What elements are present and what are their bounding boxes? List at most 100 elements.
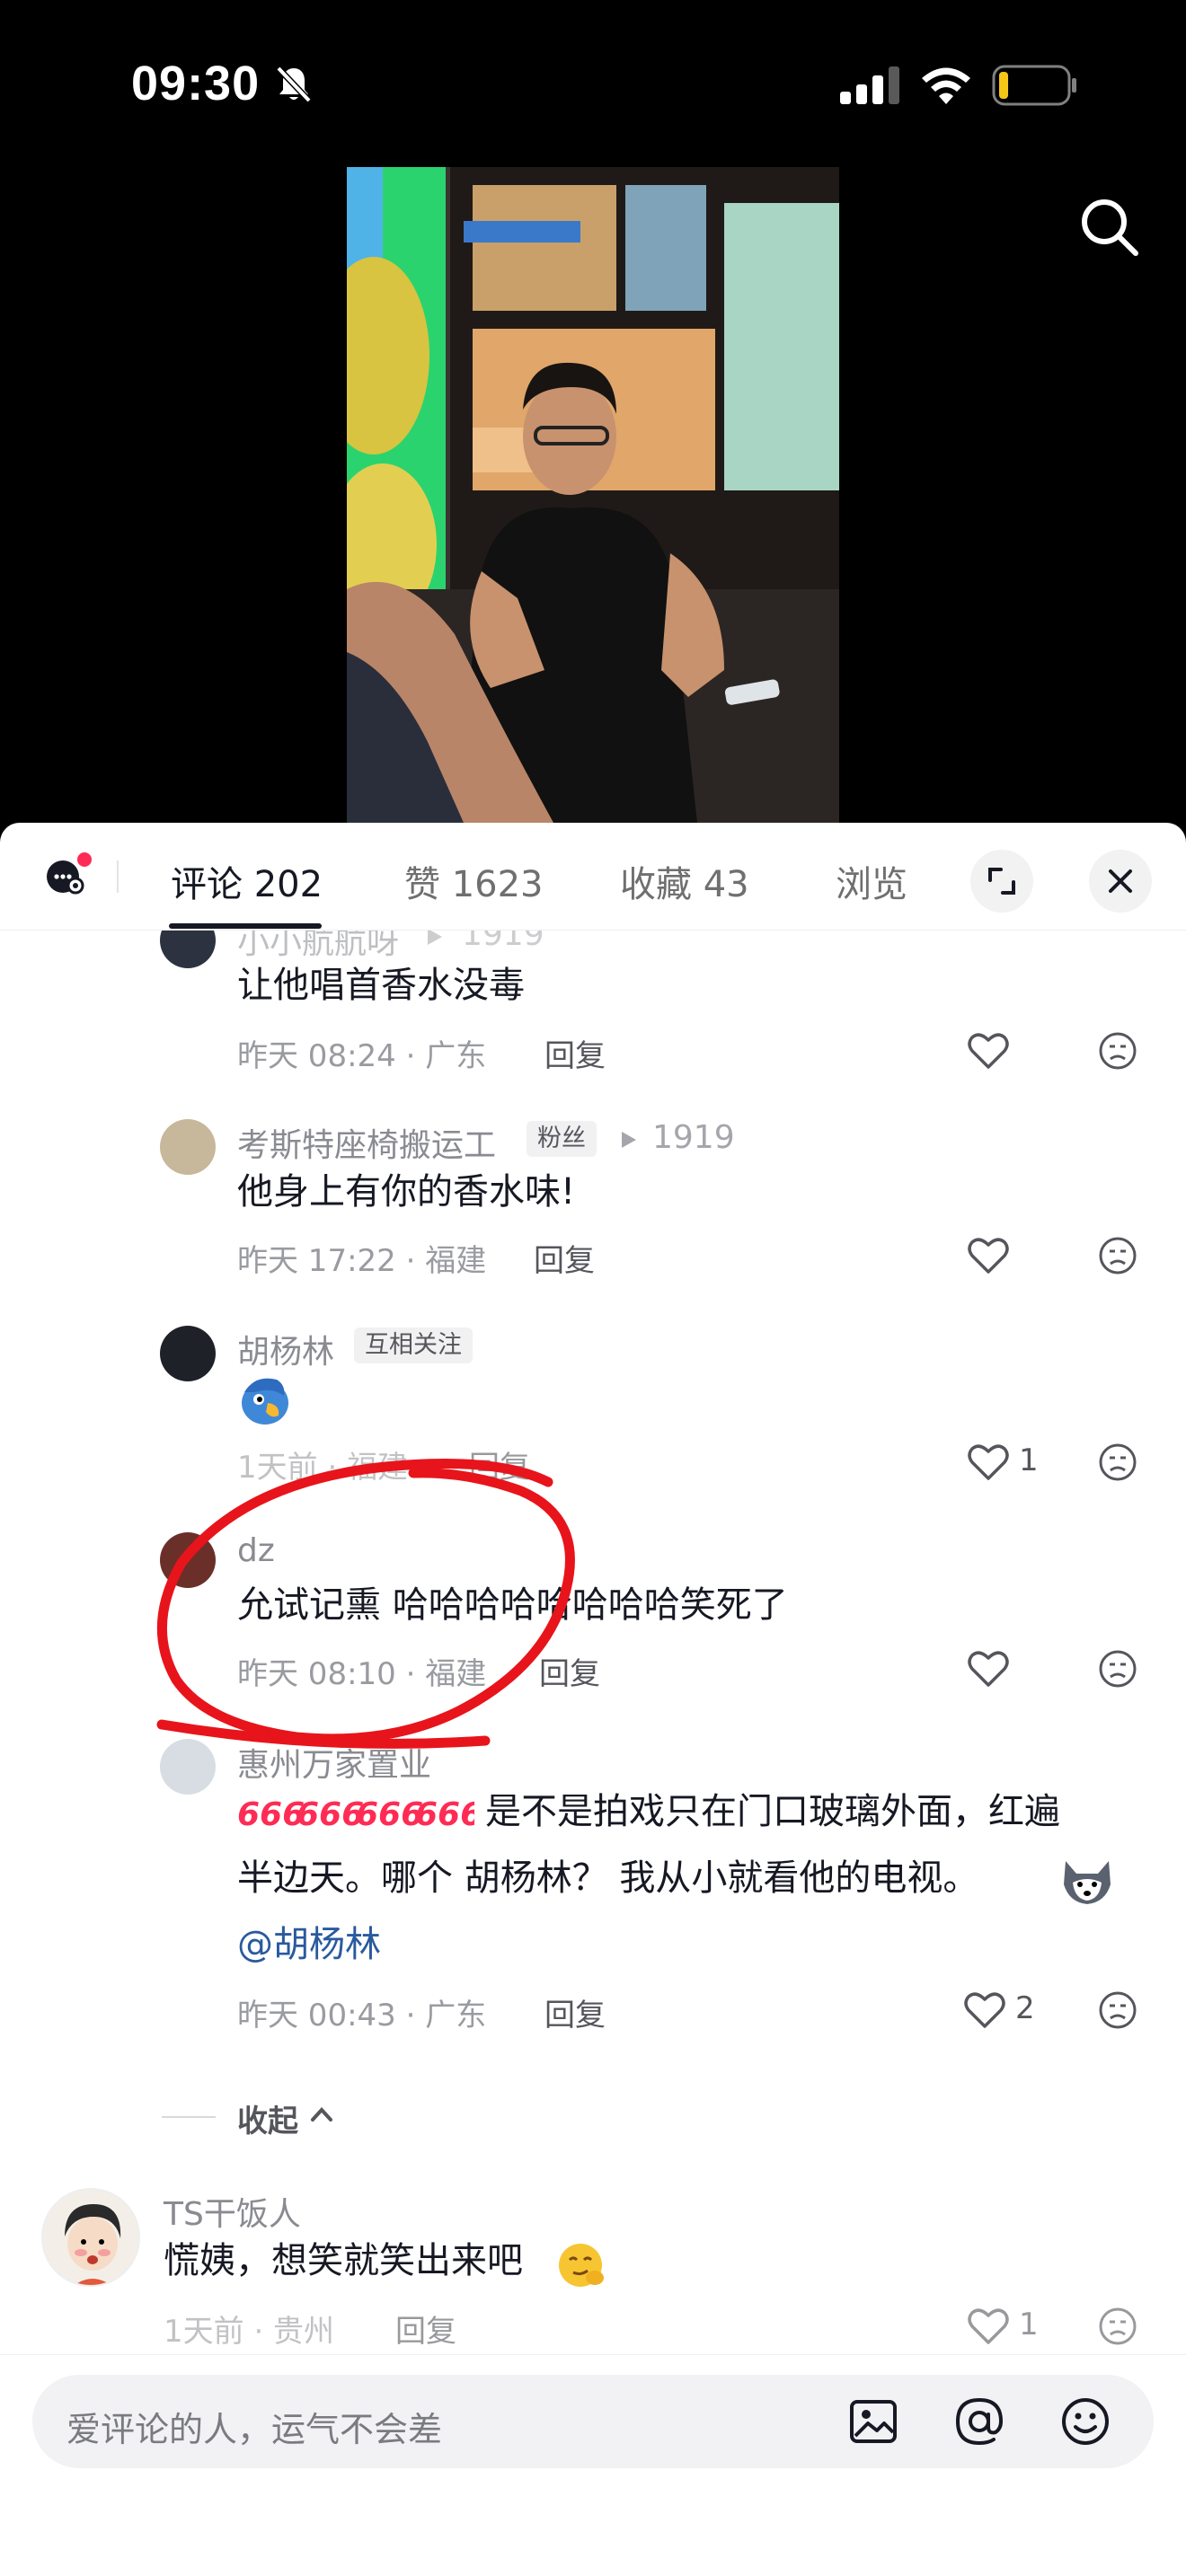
avatar[interactable]	[160, 931, 216, 968]
reply-button[interactable]: 回复	[539, 1649, 600, 1693]
comment-text-line1: 是不是拍戏只在门口玻璃外面，红遍	[485, 1791, 1060, 1832]
dislike-icon[interactable]	[1098, 1236, 1137, 1275]
dislike-icon[interactable]	[1098, 1649, 1137, 1689]
video-player[interactable]	[347, 167, 839, 823]
status-time: 09:30	[131, 57, 261, 110]
husky-emoji-icon	[1064, 1861, 1111, 1904]
collapse-label[interactable]: 收起	[237, 2096, 298, 2140]
svg-text:666: 666	[356, 1796, 423, 1832]
svg-text:666: 666	[237, 1796, 305, 1832]
video-frame	[347, 167, 839, 823]
emoji-icon[interactable]	[1058, 2395, 1112, 2448]
mutual-follow-badge: 互相关注	[354, 1328, 473, 1363]
heart-icon[interactable]	[967, 1236, 1010, 1275]
reply-button[interactable]: 回复	[544, 1031, 606, 1075]
reply-button[interactable]: 回复	[544, 1990, 606, 2034]
avatar[interactable]	[160, 1326, 216, 1381]
svg-text:666: 666	[296, 1796, 364, 1832]
wifi-icon	[922, 67, 970, 104]
reply-button[interactable]: 回复	[395, 2307, 456, 2351]
input-placeholder: 爱评论的人，运气不会差	[66, 2410, 443, 2449]
comment-meta: 昨天 08:10 · 福建	[237, 1656, 487, 1692]
collapse-replies[interactable]: 收起	[0, 2089, 1186, 2143]
heart-icon[interactable]	[967, 1031, 1010, 1071]
heart-icon[interactable]	[963, 1990, 1006, 2030]
comment-text: 让他唱首香水没毒	[237, 965, 525, 1006]
like-count: 1	[1019, 1442, 1039, 1478]
comment-input[interactable]: 爱评论的人，运气不会差	[32, 2375, 1154, 2468]
comment-username[interactable]: 胡杨林	[237, 1326, 334, 1372]
search-icon[interactable]	[1075, 192, 1143, 260]
dislike-icon[interactable]	[1098, 1031, 1137, 1071]
tab-comments[interactable]: 评论 202	[171, 855, 323, 907]
avatar[interactable]	[160, 1119, 216, 1175]
tab-divider	[117, 860, 119, 893]
dislike-icon[interactable]	[1098, 2307, 1137, 2346]
fan-badge: 粉丝	[527, 1121, 597, 1157]
cellular-signal-icon	[840, 66, 899, 104]
reply-comment: 考斯特座椅搬运工 粉丝 1919 他身上有你的香水味! 昨天 17:22 · 福…	[0, 1110, 1186, 1317]
comment-text: 慌姨，想笑就笑出来吧	[164, 2240, 523, 2281]
comment-text-line2: 半边天。哪个 胡杨林？ 我从小就看他的电视。	[237, 1857, 979, 1899]
reply-comment: 惠州万家置业 666666666666 是不是拍戏只在门口玻璃外面，红遍 半边天…	[0, 1730, 1186, 2107]
comment-list[interactable]: 小小航航呀 1919 让他唱首香水没毒 昨天 08:24 · 广东 回复 考斯特…	[0, 931, 1186, 2354]
dislike-icon[interactable]	[1098, 1990, 1137, 2030]
emoji-666-icon: 666666666666	[237, 1796, 474, 1832]
reply-comment: dz 允试记熏 哈哈哈哈哈哈哈哈笑死了 昨天 08:10 · 福建 回复	[0, 1523, 1186, 1730]
collapse-line	[162, 2116, 216, 2118]
tab-favorites[interactable]: 收藏 43	[620, 855, 749, 907]
avatar-illustration	[65, 2204, 121, 2285]
play-icon	[622, 1132, 636, 1148]
chat-bubble-icon[interactable]	[43, 850, 93, 900]
comment-username[interactable]: TS干饭人	[164, 2188, 301, 2235]
play-count: 1919	[462, 931, 544, 953]
reply-button[interactable]: 回复	[534, 1236, 595, 1280]
close-button[interactable]	[1089, 850, 1152, 913]
heart-icon[interactable]	[967, 1442, 1010, 1482]
close-icon	[1109, 869, 1132, 893]
tab-views[interactable]: 浏览	[836, 855, 907, 907]
top-level-comment: TS干饭人 慌姨，想笑就笑出来吧 1天前 · 贵州 回复 1	[0, 2188, 1186, 2354]
heart-icon[interactable]	[967, 1649, 1010, 1689]
at-mention-icon[interactable]	[952, 2395, 1006, 2448]
expand-icon	[988, 868, 1015, 895]
comment-meta: 昨天 17:22 · 福建	[237, 1243, 487, 1279]
reply-comment: 小小航航呀 1919 让他唱首香水没毒 昨天 08:24 · 广东 回复	[0, 931, 1186, 1110]
comment-text: 他身上有你的香水味!	[237, 1171, 576, 1213]
tab-likes[interactable]: 赞 1623	[404, 855, 544, 907]
avatar[interactable]	[160, 1532, 216, 1588]
mention-link[interactable]: @胡杨林	[237, 1919, 381, 1971]
comment-sheet: 评论 202 赞 1623 收藏 43 浏览 小小航航呀 1919 让他唱首香水…	[0, 823, 1186, 2576]
chevron-up-icon	[311, 2107, 332, 2122]
comment-username[interactable]: 小小航航呀	[237, 931, 399, 963]
comment-meta: 1天前 · 贵州	[164, 2314, 335, 2350]
image-icon[interactable]	[846, 2395, 900, 2448]
expand-button[interactable]	[970, 850, 1033, 913]
comment-meta: 昨天 00:43 · 广东	[237, 1998, 487, 2033]
comment-input-bar: 爱评论的人，运气不会差	[0, 2354, 1186, 2576]
parrot-emoji-icon	[242, 1378, 288, 1425]
svg-text:666: 666	[415, 1796, 474, 1832]
comment-meta: 昨天 08:24 · 广东	[237, 1038, 487, 1074]
status-bar: 09:30	[0, 0, 1186, 171]
comment-username[interactable]: 惠州万家置业	[237, 1739, 431, 1786]
dislike-icon[interactable]	[1098, 1442, 1137, 1482]
reply-comment: 胡杨林 互相关注 1天前 · 福建 回复 1	[0, 1317, 1186, 1523]
avatar[interactable]	[41, 2188, 140, 2287]
mute-bell-icon	[276, 66, 312, 103]
play-count: 1919	[652, 1119, 735, 1156]
like-count: 2	[1015, 1990, 1035, 2026]
comment-username[interactable]: 考斯特座椅搬运工	[237, 1119, 496, 1166]
comment-text: 允试记熏 哈哈哈哈哈哈哈哈笑死了	[237, 1584, 788, 1626]
smirk-emoji-icon	[559, 2244, 604, 2287]
comment-username[interactable]: dz	[237, 1532, 275, 1569]
battery-icon	[992, 65, 1076, 106]
heart-icon[interactable]	[967, 2307, 1010, 2346]
avatar[interactable]	[160, 1739, 216, 1795]
comment-tab-bar: 评论 202 赞 1623 收藏 43 浏览	[0, 823, 1186, 931]
like-count: 1	[1019, 2307, 1039, 2342]
reply-button[interactable]: 回复	[469, 1442, 530, 1486]
comment-meta: 1天前 · 福建	[237, 1450, 409, 1486]
active-tab-indicator	[169, 923, 322, 929]
play-icon	[428, 931, 442, 945]
